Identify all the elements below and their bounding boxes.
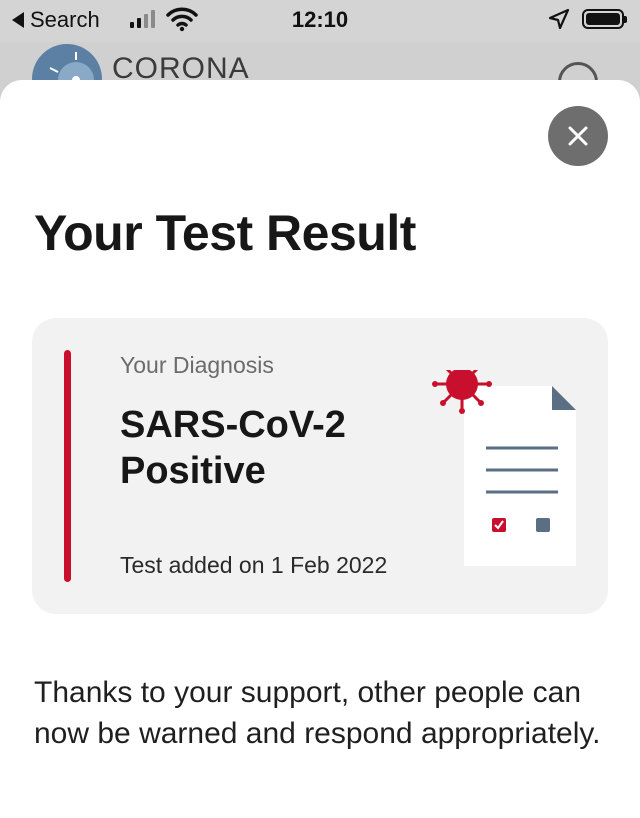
- test-result-sheet: Your Test Result Your Diagnosis SARS-CoV…: [0, 80, 640, 818]
- status-bar: Search 12:10: [0, 0, 640, 42]
- positive-test-document-icon: [432, 370, 576, 566]
- close-icon: [568, 126, 588, 146]
- page-title: Your Test Result: [34, 205, 416, 261]
- diagnosis-label: Your Diagnosis: [120, 352, 274, 378]
- location-arrow-icon: [548, 8, 570, 30]
- diagnosis-accent-bar: [64, 350, 71, 582]
- status-time: 12:10: [291, 7, 349, 32]
- info-text: Thanks to your support, other people can…: [34, 676, 601, 750]
- diagnosis-card: Your Diagnosis SARS-CoV-2 Positive Test …: [32, 318, 608, 614]
- screen: Search 12:10 CORONA Your Test Result You…: [0, 0, 640, 818]
- close-button[interactable]: [548, 106, 608, 166]
- test-date: Test added on 1 Feb 2022: [120, 552, 388, 578]
- diagnosis-value: SARS-CoV-2 Positive: [120, 404, 346, 492]
- battery-icon: [582, 9, 627, 29]
